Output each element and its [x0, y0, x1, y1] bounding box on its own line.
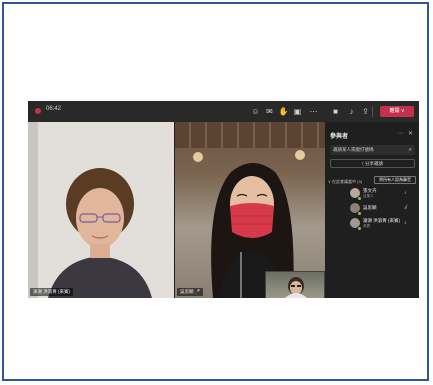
share-invite-button[interactable]: ⟨ 分享邀請	[330, 159, 415, 168]
mic-muted-icon: ♪̸	[404, 205, 407, 211]
self-view-image	[285, 277, 307, 298]
more-options-icon[interactable]: ⋯	[397, 130, 403, 137]
mic-icon: ♪	[404, 190, 407, 196]
self-view-video[interactable]	[265, 271, 325, 298]
in-meeting-section-header[interactable]: ∨ 在此會議當中 (3)	[328, 179, 362, 185]
meeting-toolbar: 06:42 ☺ ✉ ✋ ▣ ⋯ ■ ♪ ⇪ 離開 ∨	[28, 101, 419, 122]
presence-dot	[357, 196, 362, 201]
document-frame: 06:42 ☺ ✉ ✋ ▣ ⋯ ■ ♪ ⇪ 離開 ∨ 謝謝 洪淑菁 (來賓) 吳…	[2, 2, 429, 381]
mic-icon[interactable]: ♪	[346, 106, 357, 117]
presence-dot	[357, 226, 362, 231]
search-icon: ⌕	[408, 147, 412, 153]
search-placeholder: 邀請某人或撥打號碼	[333, 147, 374, 152]
chat-icon[interactable]: ✉	[264, 106, 275, 117]
participant-role: 召集人	[363, 194, 374, 198]
invite-search-input[interactable]: 邀請某人或撥打號碼 ⌕	[330, 145, 415, 155]
camera-icon[interactable]: ■	[330, 106, 341, 117]
participant-item[interactable]: 吳思穎 ♪̸	[326, 203, 419, 217]
mute-all-button[interactable]: 將所有人設為靜音	[374, 176, 416, 184]
participant-item[interactable]: 張文卉 召集人 ♪	[326, 188, 419, 202]
rooms-icon[interactable]: ▣	[292, 106, 303, 117]
share-icon[interactable]: ⇪	[360, 106, 371, 117]
speaker-name-tag: 吳思穎 🎤	[177, 288, 204, 296]
participant-role: 來賓	[363, 224, 371, 228]
teams-meeting-window: 06:42 ☺ ✉ ✋ ▣ ⋯ ■ ♪ ⇪ 離開 ∨ 謝謝 洪淑菁 (來賓) 吳…	[28, 101, 419, 298]
close-icon[interactable]: ✕	[408, 130, 413, 137]
leave-label: 離開	[389, 108, 400, 114]
toolbar-divider	[372, 106, 373, 117]
people-icon[interactable]: ☺	[250, 106, 261, 117]
panel-title: 參與者	[330, 134, 349, 140]
call-timer: 06:42	[46, 106, 62, 112]
presence-dot	[357, 211, 362, 216]
video-tile-guest[interactable]: 謝謝 洪淑菁 (來賓)	[28, 122, 174, 298]
participant-item[interactable]: 謝謝 洪淑菁 (來賓) 來賓 ♪	[326, 218, 419, 232]
guest-name-tag: 謝謝 洪淑菁 (來賓)	[30, 288, 73, 296]
guest-video-image	[28, 122, 174, 298]
more-icon[interactable]: ⋯	[308, 106, 319, 117]
reactions-icon[interactable]: ✋	[278, 106, 289, 117]
participant-name: 吳思穎	[363, 205, 377, 210]
recording-icon	[35, 108, 41, 114]
participants-panel: 參與者 ⋯ ✕ 邀請某人或撥打號碼 ⌕ ⟨ 分享邀請 ∨ 在此會議當中 (3) …	[326, 122, 419, 298]
mic-icon: ♪	[404, 220, 407, 226]
leave-button[interactable]: 離開 ∨	[380, 106, 414, 117]
